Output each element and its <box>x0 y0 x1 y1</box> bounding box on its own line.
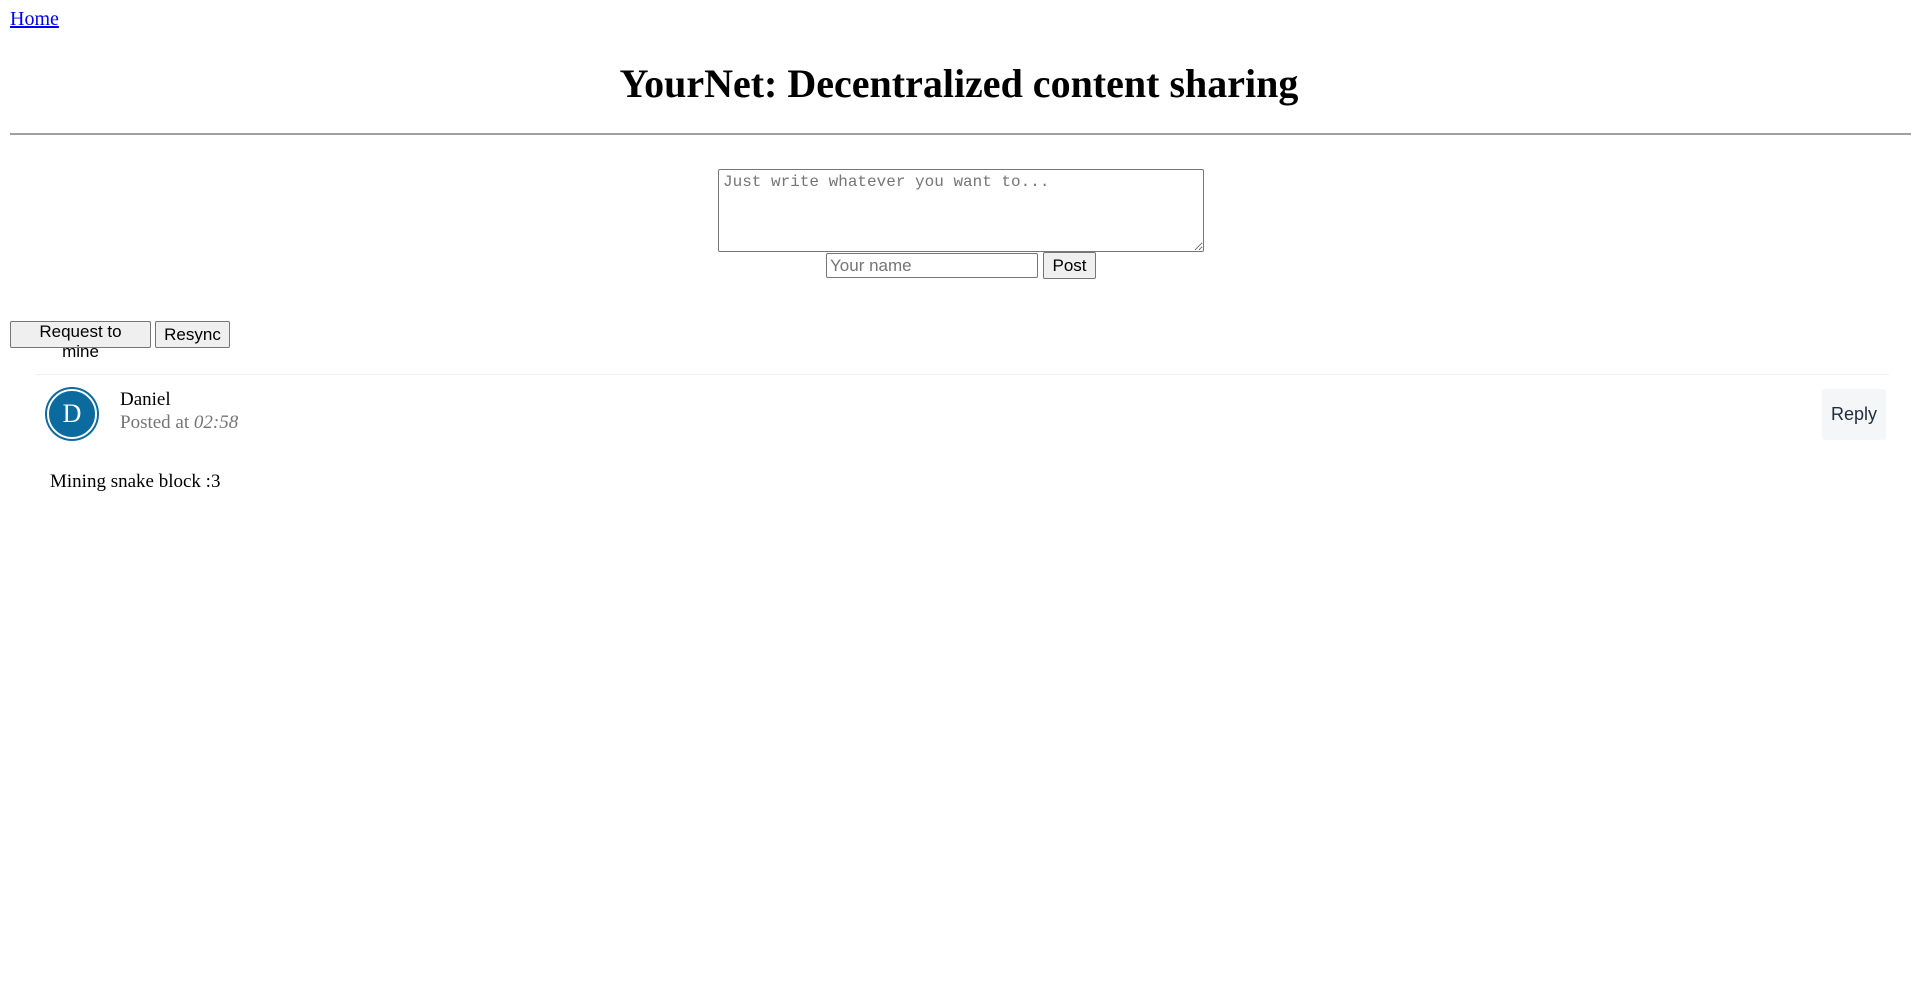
header-divider <box>10 133 1911 135</box>
post-time: 02:58 <box>193 412 239 433</box>
post-body: Mining snake block :3 <box>50 471 221 492</box>
home-link[interactable]: Home <box>10 8 59 31</box>
avatar: D <box>47 389 97 439</box>
post-author: Daniel <box>120 389 171 410</box>
posted-at-label: Posted at <box>120 412 190 433</box>
author-name-input[interactable] <box>826 253 1038 278</box>
request-to-mine-button[interactable]: Request to mine <box>10 321 151 361</box>
post-timestamp: Posted at 02:58 <box>120 412 238 434</box>
post-card: D Daniel Posted at 02:58 Reply Mining sn… <box>36 374 1889 515</box>
post-button[interactable]: Post <box>1043 252 1096 279</box>
post-content-textarea[interactable] <box>718 169 1204 252</box>
resync-button[interactable]: Resync <box>155 321 230 348</box>
reply-button[interactable]: Reply <box>1822 389 1886 440</box>
page-title: YourNet: Decentralized content sharing <box>619 61 1299 106</box>
